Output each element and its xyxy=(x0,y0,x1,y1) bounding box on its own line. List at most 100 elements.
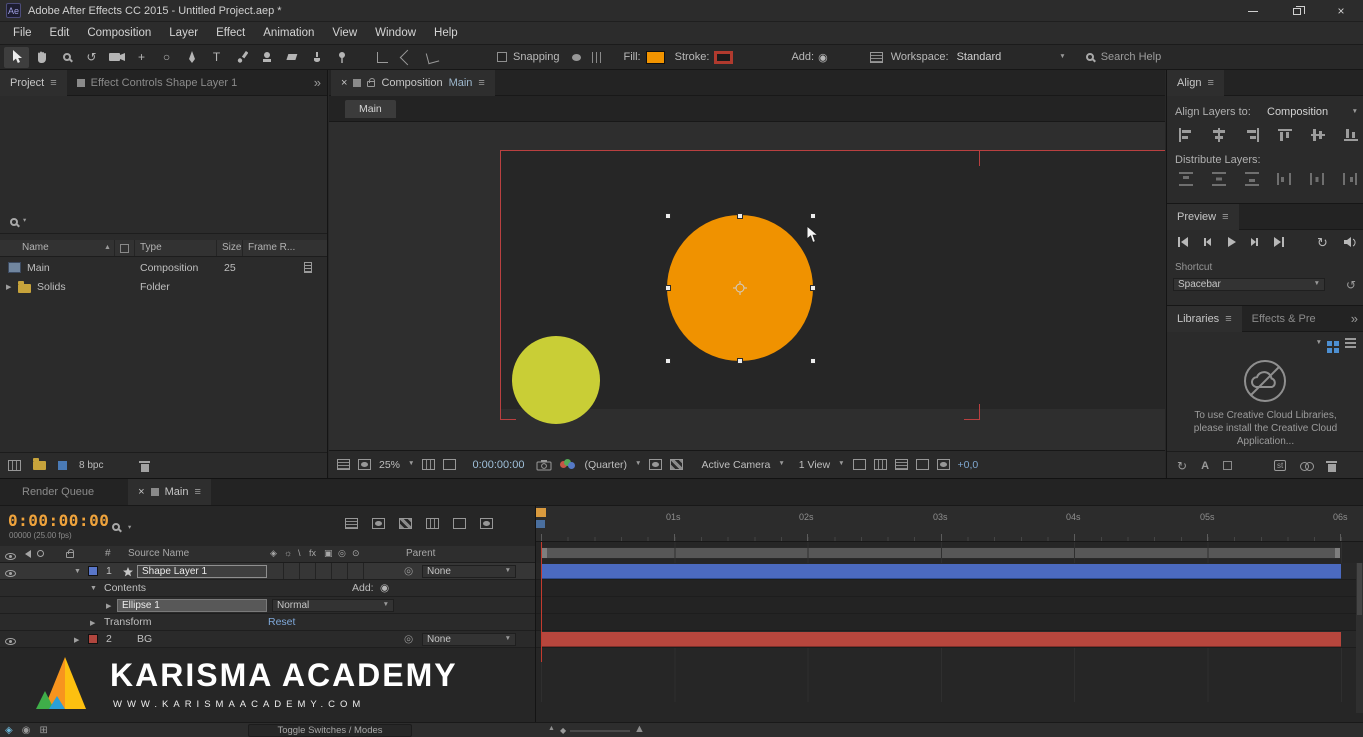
timeline-search-icon[interactable] xyxy=(112,523,120,531)
expand-icon[interactable]: ▶ xyxy=(106,602,111,610)
layer-bar-bg[interactable] xyxy=(541,632,1341,647)
shy-switch-icon[interactable]: ◈ xyxy=(270,548,277,559)
label-column-icon[interactable] xyxy=(120,244,129,253)
menu-effect[interactable]: Effect xyxy=(207,22,254,44)
mask-visibility-icon[interactable] xyxy=(443,459,457,470)
audio-column-icon[interactable] xyxy=(21,550,31,558)
puppet-pin-tool-icon[interactable] xyxy=(329,47,354,68)
type-tool-icon[interactable]: T xyxy=(204,47,229,68)
timeline-icon[interactable] xyxy=(894,459,908,470)
selection-handle[interactable] xyxy=(810,213,816,219)
track-row-transform[interactable] xyxy=(536,614,1356,631)
shape-tool-icon[interactable]: ○ xyxy=(154,47,179,68)
trash-icon[interactable] xyxy=(139,460,151,472)
layer-color-swatch[interactable] xyxy=(88,634,98,644)
layer-name-box[interactable]: Shape Layer 1 xyxy=(137,565,267,578)
align-h-center-button[interactable] xyxy=(1211,128,1227,142)
current-timecode[interactable]: 0:00:00:00 xyxy=(8,511,109,530)
pixel-aspect-icon[interactable] xyxy=(852,459,866,470)
resolution-caret-icon[interactable]: ▼ xyxy=(635,461,641,468)
workspace-caret-icon[interactable]: ▼ xyxy=(1059,53,1065,61)
menu-file[interactable]: File xyxy=(4,22,41,44)
distribute-left-button[interactable] xyxy=(1277,172,1293,186)
distribute-h-center-button[interactable] xyxy=(1310,172,1326,186)
timeline-search-caret-icon[interactable]: ▾ xyxy=(128,524,131,532)
grid-view-icon[interactable] xyxy=(1327,340,1332,346)
magnification-select[interactable]: 25% xyxy=(379,459,400,471)
project-search[interactable]: ▾ xyxy=(0,210,327,234)
lock-icon[interactable] xyxy=(367,78,376,87)
align-to-caret-icon[interactable]: ▼ xyxy=(1352,108,1358,116)
tab-align[interactable]: Align ≡ xyxy=(1167,69,1224,96)
align-top-button[interactable] xyxy=(1277,128,1293,142)
libraries-sort-caret-icon[interactable]: ▼ xyxy=(1316,339,1322,347)
add-shape-icon[interactable]: ◉ xyxy=(818,51,828,64)
tab-effect-controls[interactable]: Effect Controls Shape Layer 1 xyxy=(67,77,248,89)
switch-cell[interactable] xyxy=(332,563,348,579)
zoom-out-mountain-icon[interactable]: ▲ xyxy=(548,725,555,732)
snap-option-icon[interactable] xyxy=(570,52,583,63)
camera-tool-icon[interactable] xyxy=(104,47,129,68)
yellow-ellipse-shape[interactable] xyxy=(512,336,600,424)
layer-bar-shape-layer[interactable] xyxy=(541,564,1341,579)
stroke-color-swatch[interactable] xyxy=(714,50,734,64)
column-type[interactable]: Type xyxy=(140,242,162,253)
layer-color-swatch[interactable] xyxy=(88,566,98,576)
show-channels-icon[interactable] xyxy=(560,459,576,470)
selection-handle[interactable] xyxy=(665,285,671,291)
distribute-right-button[interactable] xyxy=(1343,172,1359,186)
column-source-name[interactable]: Source Name xyxy=(128,548,189,559)
quality-switch-icon[interactable]: \ xyxy=(298,548,301,558)
workspace-select[interactable]: Standard xyxy=(957,51,1002,63)
solo-column-icon[interactable] xyxy=(37,550,44,557)
color-depth-button[interactable]: 8 bpc xyxy=(79,460,103,471)
toggle-transfer-controls-icon[interactable]: ◉ xyxy=(22,725,31,736)
eye-icon[interactable] xyxy=(5,638,16,645)
time-ruler[interactable]: 01s 02s 03s 04s 05s 06s xyxy=(536,506,1363,542)
cti-grabber[interactable] xyxy=(536,520,545,528)
viewer-tab-main[interactable]: Main xyxy=(345,100,396,118)
blend-mode-select[interactable]: Normal ▼ xyxy=(272,599,394,612)
stock-badge[interactable]: st xyxy=(1274,460,1287,471)
comp-timecode[interactable]: 0:00:00:00 xyxy=(472,459,524,471)
hand-tool-icon[interactable] xyxy=(29,47,54,68)
composition-canvas[interactable] xyxy=(329,122,1165,450)
panel-overflow-icon[interactable]: » xyxy=(314,75,321,90)
ellipse-name-box[interactable]: Ellipse 1 xyxy=(117,599,267,612)
selection-handle[interactable] xyxy=(737,358,743,364)
ellipse-row[interactable]: ▶ Ellipse 1 Normal ▼ xyxy=(0,597,535,614)
project-settings-icon[interactable] xyxy=(58,461,67,470)
zoom-slider-track[interactable] xyxy=(570,730,630,732)
pickwhip-icon[interactable]: ◎ xyxy=(404,633,413,645)
pen-tool-icon[interactable] xyxy=(179,47,204,68)
menu-edit[interactable]: Edit xyxy=(41,22,79,44)
current-time-indicator[interactable] xyxy=(541,542,542,662)
loop-icon[interactable]: ↻ xyxy=(1317,235,1328,251)
speaker-icon[interactable] xyxy=(1343,235,1358,252)
layer-name[interactable]: BG xyxy=(137,633,152,645)
parent-select[interactable]: None ▼ xyxy=(422,633,516,646)
project-row-solids[interactable]: ▶ Solids Folder xyxy=(0,278,327,296)
expand-icon[interactable]: ▼ xyxy=(90,585,97,592)
interpret-footage-icon[interactable] xyxy=(8,460,21,471)
column-size[interactable]: Size xyxy=(222,242,241,253)
layer-row-shape-layer-1[interactable]: ▼ 1 Shape Layer 1 ◎ None ▼ xyxy=(0,563,535,580)
tab-libraries[interactable]: Libraries ≡ xyxy=(1167,305,1242,332)
zoom-in-mountain-icon[interactable]: ▲ xyxy=(634,723,645,735)
eraser-tool-icon[interactable] xyxy=(279,47,304,68)
next-frame-button[interactable] xyxy=(1244,234,1265,250)
camera-view-select[interactable]: Active Camera xyxy=(701,459,770,471)
close-button[interactable]: × xyxy=(1319,0,1363,22)
transparency-grid-icon[interactable] xyxy=(670,459,684,470)
switch-cell[interactable] xyxy=(284,563,300,579)
world-axis-mode-icon[interactable] xyxy=(395,47,420,68)
align-v-center-button[interactable] xyxy=(1310,128,1326,142)
eye-icon[interactable] xyxy=(5,570,16,577)
cti-head[interactable] xyxy=(536,508,546,517)
new-folder-icon[interactable] xyxy=(33,458,46,470)
trash-icon[interactable] xyxy=(1326,460,1338,472)
column-number[interactable]: # xyxy=(105,548,111,559)
panel-overflow-icon[interactable]: » xyxy=(1351,311,1358,326)
switch-cell[interactable] xyxy=(316,563,332,579)
pickwhip-icon[interactable]: ◎ xyxy=(404,565,413,577)
